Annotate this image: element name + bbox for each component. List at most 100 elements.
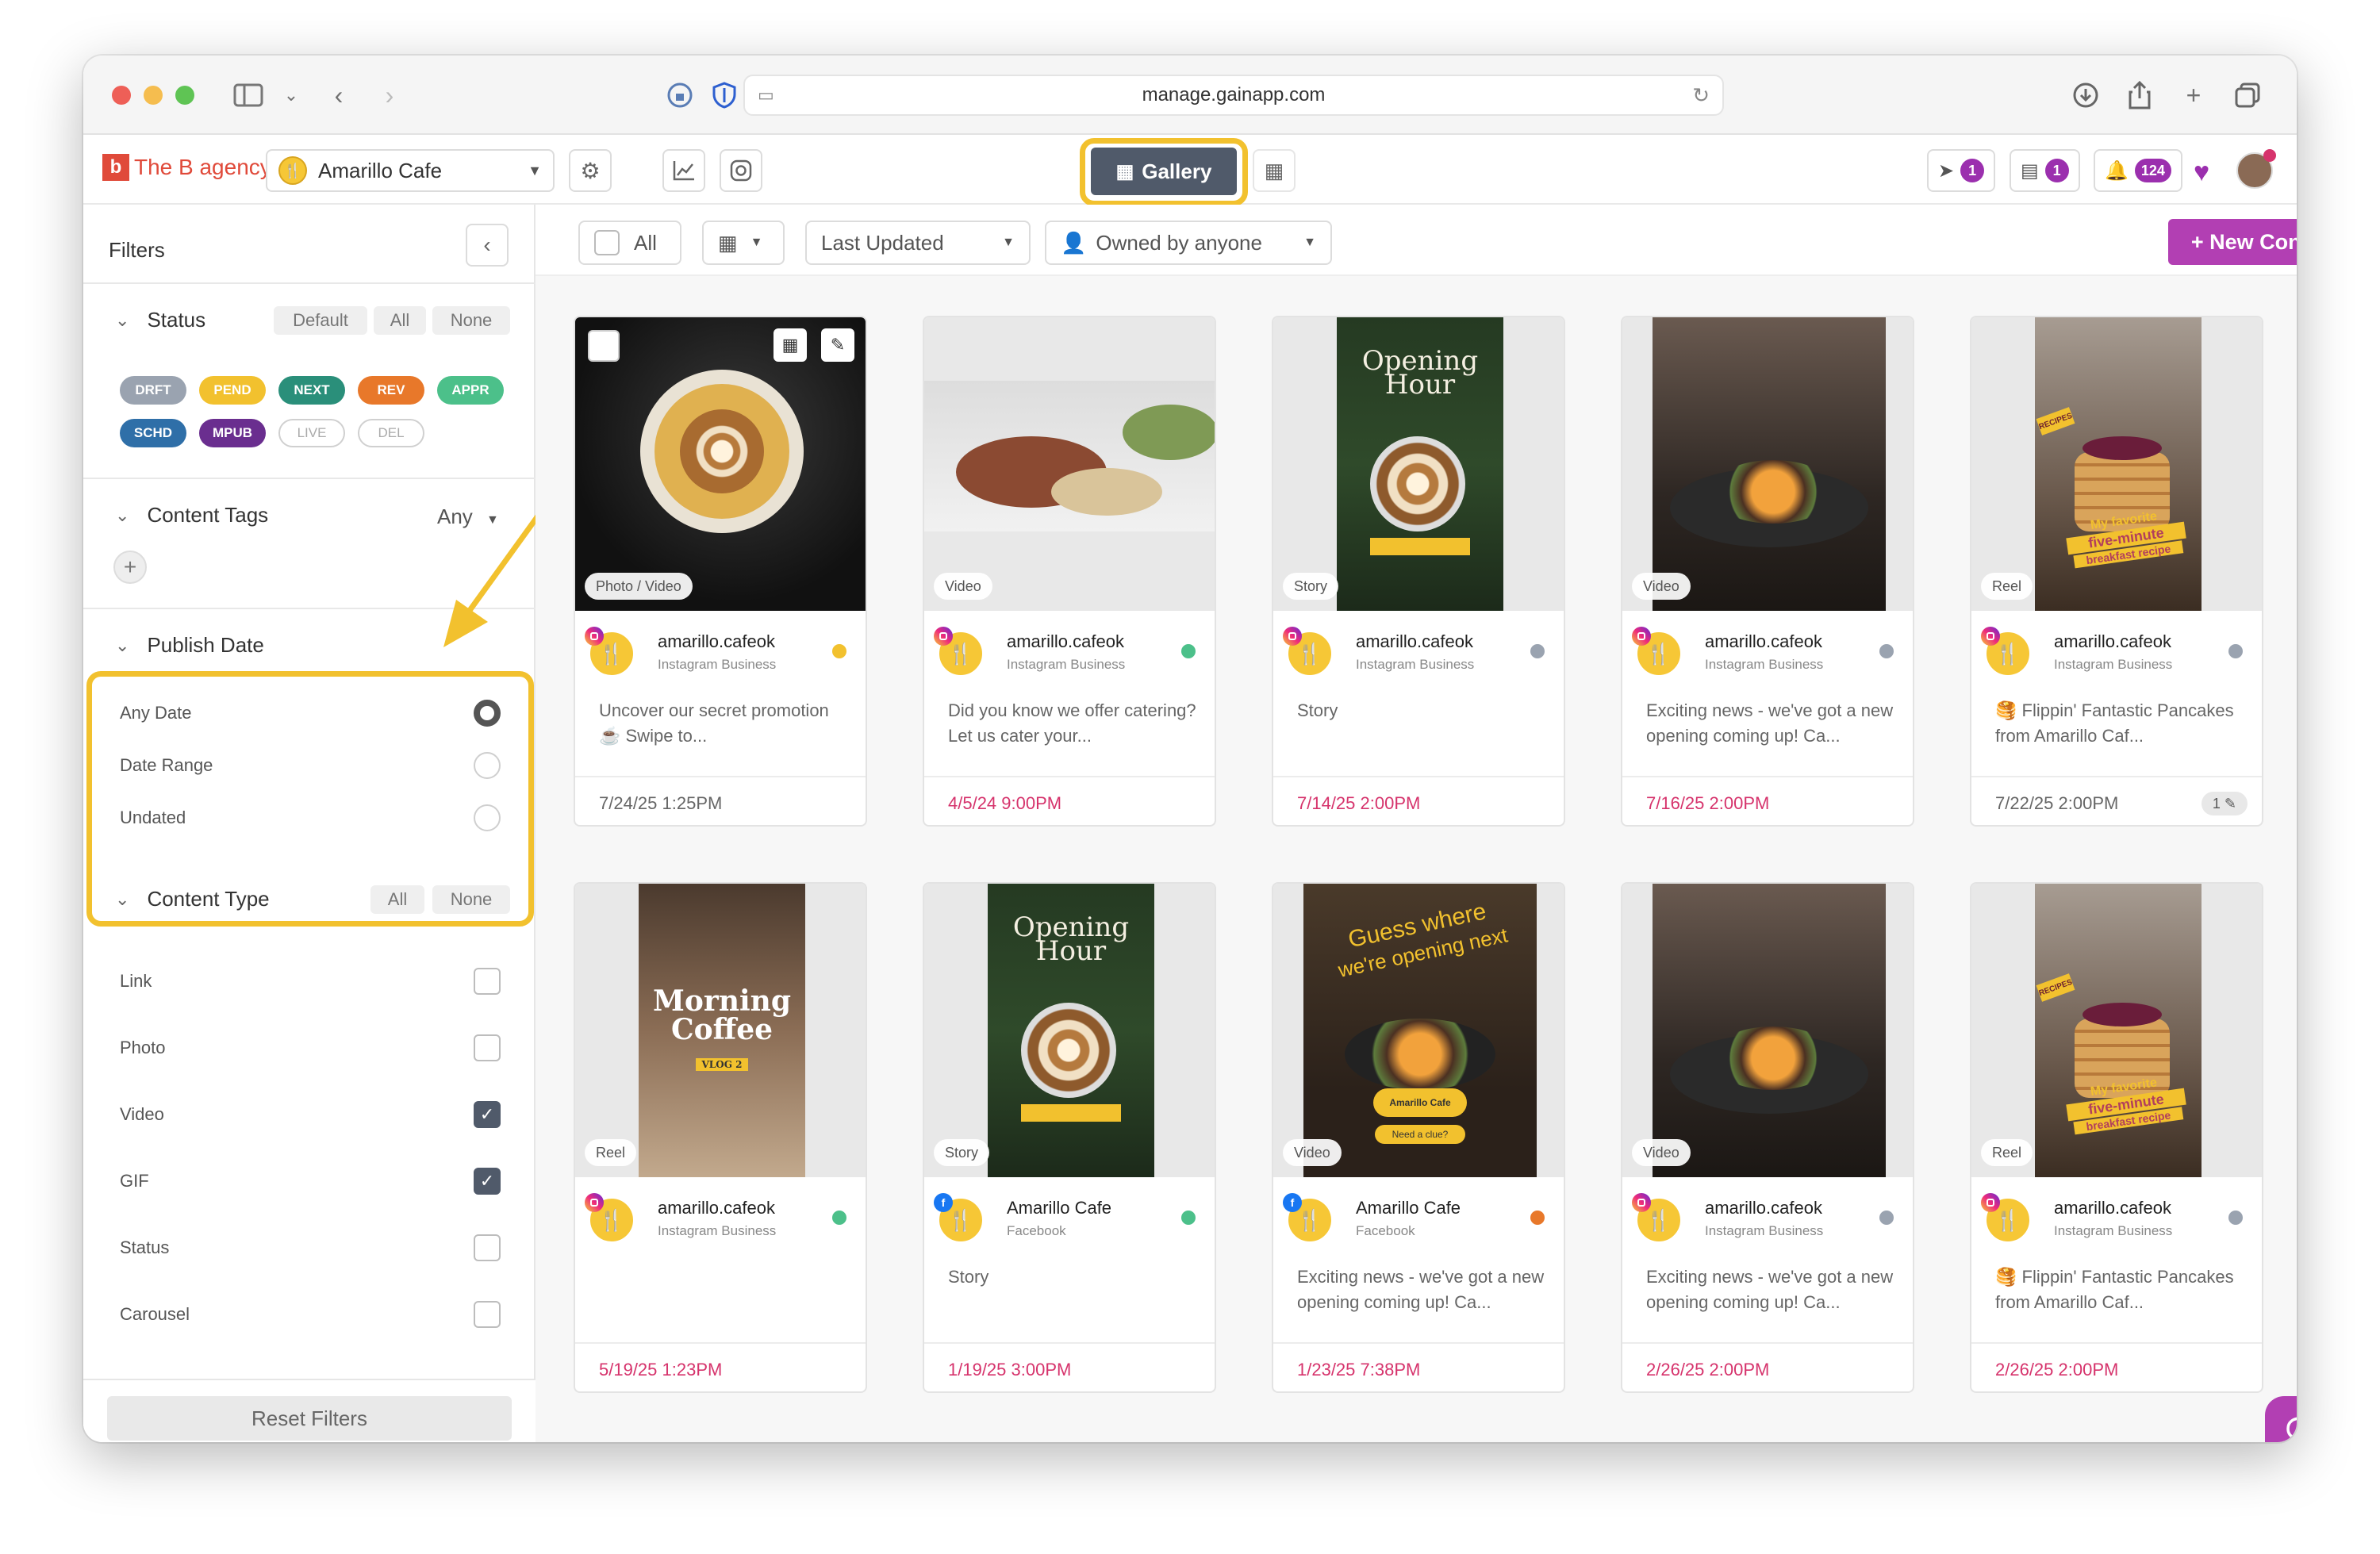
new-tab-icon[interactable]: + [2176, 78, 2211, 113]
content-card[interactable]: Photo / Video ▦ ✎ 🍴 amarillo.cafeok Instagram… [574, 316, 867, 827]
content-type-section-toggle[interactable]: ⌄ Content Type [115, 887, 270, 911]
select-all-checkbox[interactable] [594, 230, 620, 255]
content-card[interactable]: Opening Hour Story 🍴 amarillo.cafeok Instagra… [1272, 316, 1565, 827]
chevron-down-icon[interactable]: ⌄ [274, 78, 309, 113]
tasks-button[interactable]: ▤ 1 [2010, 149, 2080, 192]
notifications-button[interactable]: 🔔 124 [2094, 149, 2182, 192]
select-all-label: All [634, 230, 657, 255]
content-card[interactable]: RECIPES My favorite five-minute breakfast r… [1970, 882, 2263, 1393]
help-chat-button[interactable] [2265, 1396, 2297, 1442]
status-chip-appr[interactable]: APPR [437, 376, 504, 405]
content-type-carousel-checkbox[interactable] [474, 1301, 501, 1328]
account-row: 🍴 f Amarillo Cafe Facebook [1283, 1193, 1556, 1247]
content-thumbnail[interactable]: Video [924, 317, 1215, 611]
content-type-link-checkbox[interactable] [474, 968, 501, 995]
reload-icon[interactable]: ↻ [1692, 83, 1710, 108]
status-default-button[interactable]: Default [274, 306, 367, 335]
status-chip-next[interactable]: NEXT [278, 376, 345, 405]
address-bar[interactable]: manage.gainapp.com ▭ ↻ [743, 75, 1724, 116]
content-type-all-button[interactable]: All [370, 885, 424, 914]
download-icon[interactable] [2068, 78, 2103, 113]
add-tag-button[interactable]: + [113, 551, 147, 584]
content-tags-match-select[interactable]: Any ▼ [437, 505, 499, 529]
content-type-photo-checkbox[interactable] [474, 1034, 501, 1061]
status-section-toggle[interactable]: ⌄ Status [115, 308, 205, 332]
user-avatar[interactable] [2236, 149, 2276, 189]
status-chip-live[interactable]: LIVE [278, 419, 345, 447]
content-card[interactable]: Video 🍴 amarillo.cafeok Instagram Business E… [1621, 316, 1914, 827]
content-thumbnail[interactable]: Opening Hour Story [924, 884, 1215, 1177]
content-thumbnail[interactable]: Morning Coffee VLOG 2 Reel [575, 884, 866, 1177]
reset-filters-button[interactable]: Reset Filters [107, 1396, 512, 1441]
status-dot [1879, 644, 1894, 658]
content-thumbnail[interactable]: RECIPES My favorite five-minute breakfast r… [1971, 317, 2262, 611]
status-chip-rev[interactable]: REV [358, 376, 424, 405]
account-type: Instagram Business [658, 1223, 777, 1238]
status-all-button[interactable]: All [374, 306, 426, 335]
status-chip-del[interactable]: DEL [358, 419, 424, 447]
settings-gear-button[interactable]: ⚙ [569, 149, 612, 192]
content-thumbnail[interactable]: Video [1622, 884, 1913, 1177]
forward-icon[interactable]: › [372, 78, 407, 113]
close-window-button[interactable] [112, 86, 131, 105]
post-caption: Exciting news - we've got a new opening … [1646, 700, 1894, 746]
content-thumbnail[interactable]: Opening Hour Story [1273, 317, 1564, 611]
approvals-button[interactable]: ➤ 1 [1927, 149, 1996, 192]
content-card[interactable]: Morning Coffee VLOG 2 Reel 🍴 amarillo.cafeok I… [574, 882, 867, 1393]
content-card[interactable]: Opening Hour Story 🍴 f Amarillo Cafe Facebook S… [923, 882, 1216, 1393]
comment-count-badge[interactable]: 1 ✎ [2201, 792, 2248, 815]
edit-button[interactable]: ✎ [821, 328, 854, 362]
instagram-button[interactable] [720, 149, 762, 192]
content-type-none-button[interactable]: None [432, 885, 510, 914]
select-all-toggle[interactable]: All [578, 221, 681, 265]
instagram-icon [1283, 627, 1302, 646]
content-type-gif-checkbox[interactable]: ✓ [474, 1168, 501, 1195]
divider [83, 478, 536, 479]
content-tags-section-toggle[interactable]: ⌄ Content Tags [115, 503, 268, 528]
minimize-window-button[interactable] [144, 86, 163, 105]
schedule-button[interactable]: ▦ [774, 328, 807, 362]
publish-date: 5/19/25 1:23PM [599, 1360, 723, 1379]
card-footer: 7/14/25 2:00PM [1273, 776, 1564, 825]
instagram-icon [585, 1193, 604, 1212]
owner-selector[interactable]: 👤 Owned by anyone ▼ [1045, 221, 1332, 265]
heart-icon[interactable]: ♥ [2194, 157, 2209, 188]
agency-brand[interactable]: b The B agency [102, 154, 271, 181]
publish-date-section-toggle[interactable]: ⌄ Publish Date [115, 633, 264, 658]
status-chip-drft[interactable]: DRFT [120, 376, 186, 405]
content-type-status-checkbox[interactable] [474, 1234, 501, 1261]
checkmark-icon: ✓ [479, 1104, 495, 1124]
share-icon[interactable] [2122, 78, 2157, 113]
content-type-label: Photo / Video [585, 573, 693, 600]
content-thumbnail[interactable]: Video [1622, 317, 1913, 611]
status-chip-mpub[interactable]: MPUB [199, 419, 266, 447]
sidebar-toggle-icon[interactable] [231, 78, 266, 113]
view-mode-selector[interactable]: ▦ ▼ [702, 221, 785, 265]
divider [83, 608, 536, 609]
workspace-selector[interactable]: 🍴 Amarillo Cafe ▼ [266, 149, 555, 192]
collapse-sidebar-button[interactable]: ‹ [466, 224, 509, 267]
back-icon[interactable]: ‹ [321, 78, 356, 113]
status-chip-schd[interactable]: SCHD [120, 419, 186, 447]
account-name: Amarillo Cafe [1356, 1198, 1461, 1218]
password-manager-icon[interactable] [662, 78, 697, 113]
analytics-button[interactable] [662, 149, 705, 192]
zoom-window-button[interactable] [175, 86, 194, 105]
content-card[interactable]: Video 🍴 amarillo.cafeok Instagram Business D… [923, 316, 1216, 827]
content-thumbnail[interactable]: RECIPES My favorite five-minute breakfast r… [1971, 884, 2262, 1177]
new-content-button[interactable]: + New Content [2168, 219, 2297, 265]
shield-icon[interactable] [707, 78, 742, 113]
calendar-view-button[interactable]: ▦ [1253, 149, 1296, 192]
sort-selector[interactable]: Last Updated ▼ [805, 221, 1031, 265]
content-thumbnail[interactable]: Photo / Video ▦ ✎ [575, 317, 866, 611]
content-thumbnail[interactable]: Guess where we're opening next Amarillo Ca… [1273, 884, 1564, 1177]
content-card[interactable]: Video 🍴 amarillo.cafeok Instagram Business E… [1621, 882, 1914, 1393]
tab-overview-icon[interactable] [2230, 78, 2265, 113]
select-card-checkbox[interactable] [588, 330, 620, 362]
content-card[interactable]: Guess where we're opening next Amarillo Ca… [1272, 882, 1565, 1393]
status-none-button[interactable]: None [432, 306, 510, 335]
status-chip-pend[interactable]: PEND [199, 376, 266, 405]
content-card[interactable]: RECIPES My favorite five-minute breakfast r… [1970, 316, 2263, 827]
chevron-down-icon: ⌄ [115, 309, 130, 330]
content-type-video-checkbox[interactable]: ✓ [474, 1101, 501, 1128]
